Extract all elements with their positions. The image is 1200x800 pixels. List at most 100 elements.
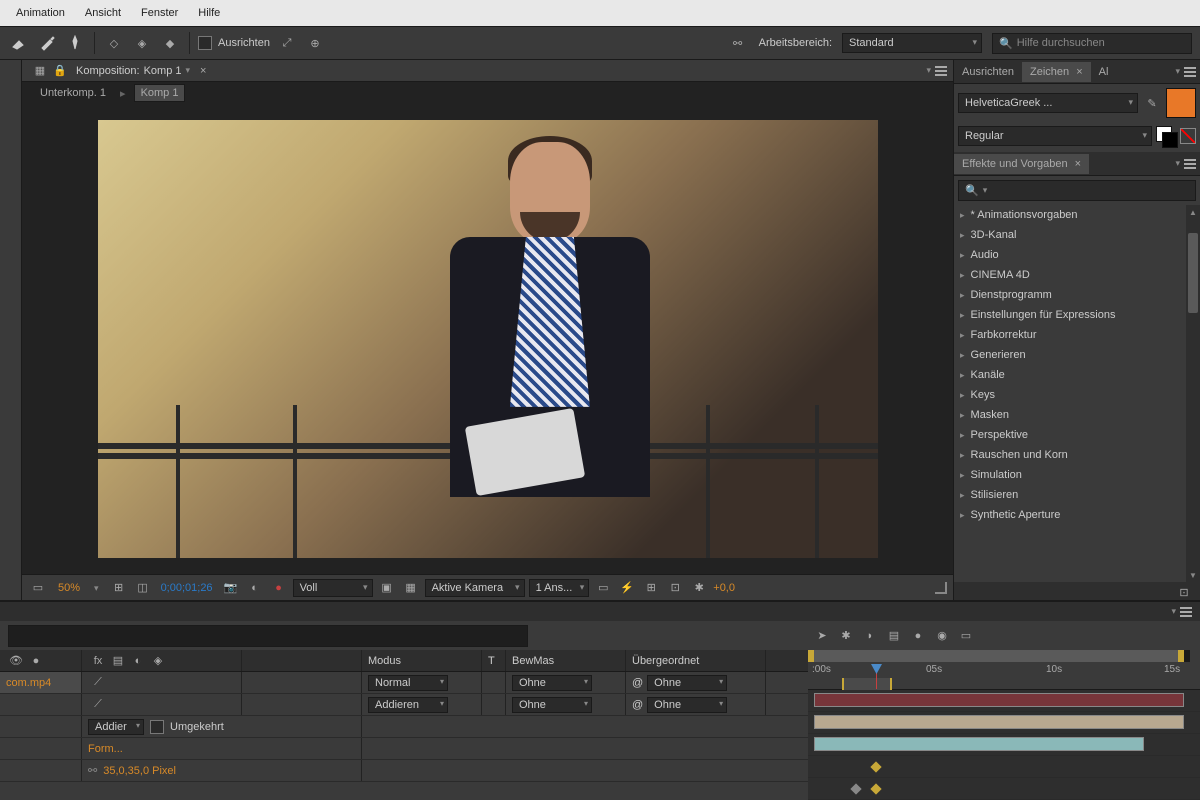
timeline-menu-icon[interactable]	[1171, 606, 1192, 617]
prop-row-form[interactable]: Form...	[0, 738, 808, 760]
keyframe[interactable]	[870, 761, 881, 772]
effect-category[interactable]: Kanäle	[954, 365, 1186, 385]
layer-row-2[interactable]: ⟋ Addieren Ohne @Ohne	[0, 694, 808, 716]
comp-title[interactable]: Komposition: Komp 1 ▾	[70, 63, 196, 79]
stroke-color-swatch[interactable]	[1156, 126, 1176, 146]
keyframe[interactable]	[870, 783, 881, 794]
prop-row-pixel[interactable]: ⚯ 35,0,35,0 Pixel	[0, 760, 808, 782]
link-icon[interactable]: ⚯	[727, 32, 749, 54]
link-icon[interactable]: ⚯	[88, 764, 97, 777]
effect-category[interactable]: * Animationsvorgaben	[954, 205, 1186, 225]
tab-align[interactable]: Ausrichten	[954, 62, 1022, 82]
col-parent[interactable]: Übergeordnet	[626, 650, 766, 671]
safe-icon[interactable]: ⊞	[109, 578, 129, 598]
effects-search[interactable]: 🔍▾	[958, 180, 1196, 201]
motion-blur-icon[interactable]: ◗	[860, 626, 880, 646]
camera-dropdown[interactable]: Aktive Kamera	[425, 579, 525, 597]
snap-icon[interactable]: ◇	[103, 32, 125, 54]
help-search[interactable]: 🔍 Hilfe durchsuchen	[992, 33, 1192, 54]
clip-1[interactable]	[814, 693, 1184, 707]
clip-3[interactable]	[814, 737, 1144, 751]
timeline-search[interactable]	[8, 625, 528, 647]
mask-mode-dropdown[interactable]: Addier	[88, 719, 144, 735]
scroll-up-icon[interactable]: ▲	[1186, 205, 1200, 219]
col-bewmas[interactable]: BewMas	[506, 650, 626, 671]
tab-effects[interactable]: Effekte und Vorgaben ×	[954, 154, 1089, 174]
eraser-tool-icon[interactable]	[8, 32, 30, 54]
parent-dropdown[interactable]: Ohne	[647, 697, 727, 713]
clip-2a[interactable]	[814, 715, 1184, 729]
pin-tool-icon[interactable]	[64, 32, 86, 54]
brush-tool-icon[interactable]	[36, 32, 58, 54]
eye-col-icon[interactable]: 👁	[6, 651, 26, 671]
timeline-tracks[interactable]: :00s 05s 10s 15s	[808, 650, 1200, 800]
timecode[interactable]: 0;00;01;26	[157, 582, 217, 594]
blur-icon[interactable]: ●	[908, 626, 928, 646]
mask-icon[interactable]: ◫	[133, 578, 153, 598]
resize-corner-icon[interactable]	[935, 582, 947, 594]
exposure-value[interactable]: +0,0	[713, 582, 735, 594]
channel-icon[interactable]: ◐	[245, 578, 265, 598]
fast-preview-icon[interactable]: ⚡	[617, 578, 637, 598]
views-dropdown[interactable]: 1 Ans...	[529, 579, 590, 597]
close-icon[interactable]: ×	[1076, 66, 1082, 78]
close-icon[interactable]: ×	[1075, 158, 1081, 170]
snapshot-icon[interactable]: 📷	[221, 578, 241, 598]
timeline-icon[interactable]: ⊞	[641, 578, 661, 598]
col-t[interactable]: T	[482, 650, 506, 671]
trkmat-dropdown[interactable]: Ohne	[512, 697, 592, 713]
workspace-dropdown[interactable]: Standard	[842, 33, 982, 53]
close-tab-icon[interactable]: ×	[196, 65, 210, 77]
grid-icon[interactable]: ▦	[30, 61, 50, 81]
font-weight-dropdown[interactable]: Regular	[958, 126, 1152, 146]
tab-al[interactable]: Al	[1091, 62, 1117, 82]
eyedropper-icon[interactable]: ✎	[1142, 93, 1162, 113]
inverted-checkbox[interactable]	[150, 720, 164, 734]
effect-category[interactable]: Dienstprogramm	[954, 285, 1186, 305]
effect-category[interactable]: CINEMA 4D	[954, 265, 1186, 285]
solo-col-icon[interactable]: ●	[26, 651, 46, 671]
effect-category[interactable]: Masken	[954, 405, 1186, 425]
layer-name[interactable]: com.mp4	[6, 677, 51, 689]
effect-category[interactable]: Farbkorrektur	[954, 325, 1186, 345]
mode-dropdown[interactable]: Addieren	[368, 697, 448, 713]
snap2-icon[interactable]: ◈	[131, 32, 153, 54]
col-modus[interactable]: Modus	[362, 650, 482, 671]
align-checkbox[interactable]	[198, 36, 212, 50]
magnify-icon[interactable]: ▭	[28, 578, 48, 598]
scroll-down-icon[interactable]: ▼	[1186, 568, 1200, 582]
menu-help[interactable]: Hilfe	[188, 3, 230, 23]
crumb-komp1[interactable]: Komp 1	[134, 84, 186, 102]
playhead[interactable]	[876, 664, 877, 689]
prop-pixel-value[interactable]: 35,0,35,0 Pixel	[103, 765, 176, 777]
brain-icon[interactable]: ◉	[932, 626, 952, 646]
transform-icon[interactable]: ⟋	[88, 673, 108, 693]
mode-dropdown[interactable]: Normal	[368, 675, 448, 691]
effect-category[interactable]: Simulation	[954, 465, 1186, 485]
menu-window[interactable]: Fenster	[131, 3, 188, 23]
panel-menu-icon[interactable]	[926, 65, 947, 76]
font-family-dropdown[interactable]: HelveticaGreek ...	[958, 93, 1138, 113]
lock-icon[interactable]: 🔒	[50, 61, 70, 81]
effect-category[interactable]: Perspektive	[954, 425, 1186, 445]
menu-animation[interactable]: Animation	[6, 3, 75, 23]
scroll-thumb[interactable]	[1188, 233, 1198, 313]
keyframe[interactable]	[850, 783, 861, 794]
shy-icon[interactable]: ➤	[812, 626, 832, 646]
graph-icon[interactable]: ▤	[884, 626, 904, 646]
pickwhip-icon[interactable]: @	[632, 677, 643, 689]
effect-category[interactable]: Synthetic Aperture	[954, 505, 1186, 525]
layer-row-1[interactable]: com.mp4 ⟋ Normal Ohne @Ohne	[0, 672, 808, 694]
burst-icon[interactable]: ✱	[836, 626, 856, 646]
reset-exposure-icon[interactable]: ✱	[689, 578, 709, 598]
new-bin-icon[interactable]: ⊡	[1174, 582, 1194, 602]
preview-viewport[interactable]	[22, 104, 953, 574]
pixel-ar-icon[interactable]: ▭	[593, 578, 613, 598]
effect-category[interactable]: Generieren	[954, 345, 1186, 365]
menu-view[interactable]: Ansicht	[75, 3, 131, 23]
transform-icon[interactable]: ⟋	[88, 695, 108, 715]
mask-row[interactable]: Addier Umgekehrt	[0, 716, 808, 738]
expand-icon[interactable]: ⤢	[276, 32, 298, 54]
effect-category[interactable]: Audio	[954, 245, 1186, 265]
target-icon[interactable]: ⊕	[304, 32, 326, 54]
